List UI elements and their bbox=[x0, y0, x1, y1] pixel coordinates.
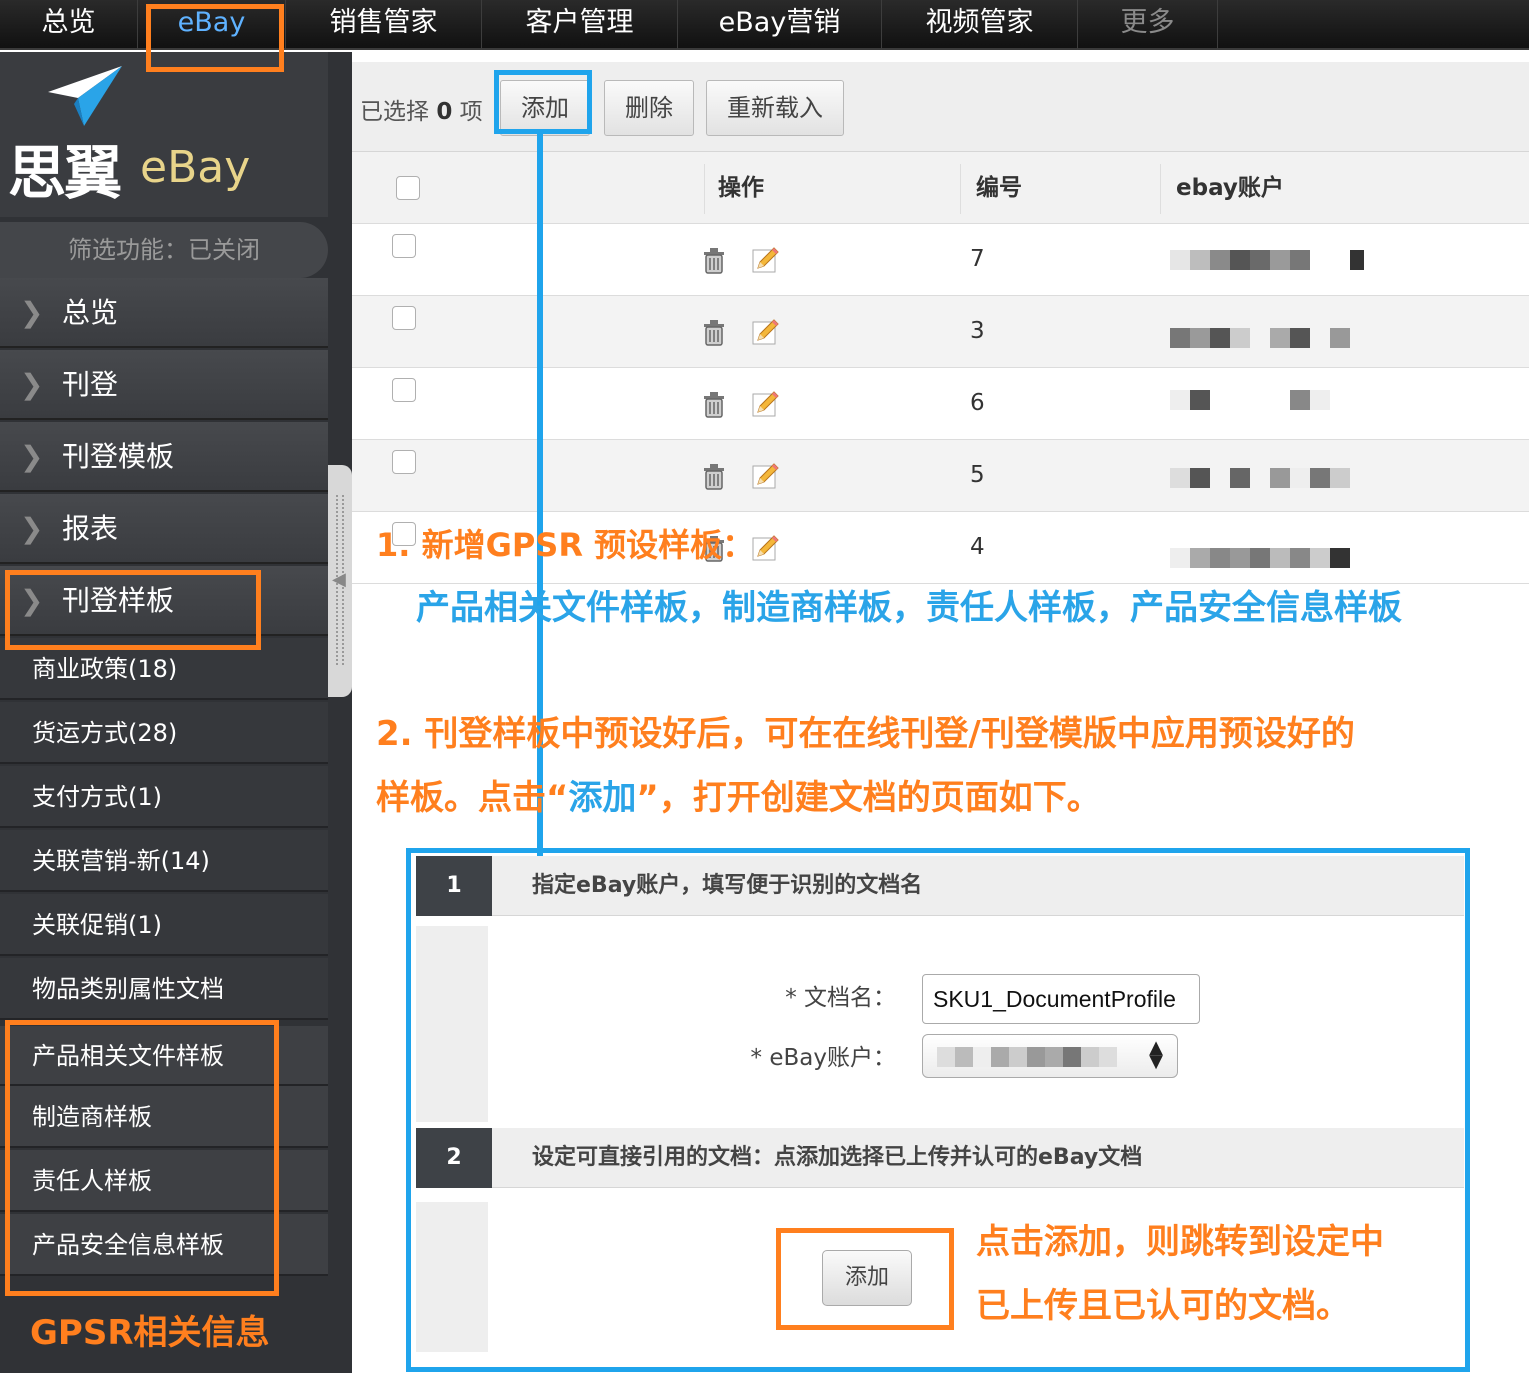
nav-item-video-manager[interactable]: 视频管家 bbox=[882, 0, 1078, 50]
nav-item-customer-management[interactable]: 客户管理 bbox=[482, 0, 678, 50]
redacted-account bbox=[1170, 250, 1364, 270]
column-header-actions: 操作 bbox=[718, 175, 764, 201]
ebay-account-label: * eBay账户： bbox=[750, 1045, 896, 1071]
nav-item-overview[interactable]: 总览 bbox=[0, 0, 138, 50]
trash-icon[interactable] bbox=[698, 460, 730, 492]
highlight-box-gpsr-items bbox=[5, 1020, 279, 1296]
sidebar-item-label: 刊登 bbox=[62, 368, 119, 401]
row-checkbox[interactable] bbox=[392, 306, 416, 330]
form-step-1-gutter bbox=[416, 926, 488, 1122]
step-title: 指定eBay账户，填写便于识别的文档名 bbox=[532, 873, 923, 898]
row-checkbox[interactable] bbox=[392, 378, 416, 402]
column-divider bbox=[1160, 164, 1161, 214]
annotation-add-note-line2: 已上传且已认可的文档。 bbox=[976, 1286, 1350, 1326]
edit-pencil-icon[interactable] bbox=[750, 316, 782, 348]
redacted-account bbox=[1170, 390, 1330, 410]
chevron-left-icon: ◀ bbox=[332, 569, 346, 590]
annotation-step2-line2: 样板。点击“添加”，打开创建文档的页面如下。 bbox=[376, 778, 1101, 818]
sidebar-subitem-cross-promotion[interactable]: 关联促销(1) bbox=[0, 894, 328, 956]
annotation-step1-title: 1. 新增GPSR 预设样板： bbox=[376, 526, 755, 564]
row-id: 4 bbox=[970, 534, 985, 560]
step-number: 2 bbox=[416, 1128, 492, 1188]
sidebar-item-listing-template[interactable]: ❯ 刊登模板 bbox=[0, 422, 328, 492]
form-step-1-header: 1 指定eBay账户，填写便于识别的文档名 bbox=[416, 856, 1464, 916]
redacted-account bbox=[1170, 328, 1350, 348]
column-divider bbox=[960, 164, 961, 214]
nav-item-more[interactable]: 更多 bbox=[1078, 0, 1218, 50]
table-row[interactable]: 7 bbox=[352, 224, 1529, 296]
nav-item-sales-manager[interactable]: 销售管家 bbox=[286, 0, 482, 50]
edit-pencil-icon[interactable] bbox=[750, 460, 782, 492]
logo-chinese-text: 思翼 bbox=[8, 139, 122, 207]
sidebar-item-listing[interactable]: ❯ 刊登 bbox=[0, 350, 328, 420]
sidebar-item-overview[interactable]: ❯ 总览 bbox=[0, 278, 328, 348]
redacted-account bbox=[1170, 548, 1350, 568]
ebay-account-select[interactable]: ▲ ▼ bbox=[922, 1034, 1178, 1078]
row-id: 6 bbox=[970, 390, 985, 416]
table-row[interactable]: 6 bbox=[352, 368, 1529, 440]
row-id: 5 bbox=[970, 462, 985, 488]
row-id: 7 bbox=[970, 246, 985, 272]
step-number: 1 bbox=[416, 856, 492, 916]
chevron-right-icon: ❯ bbox=[20, 296, 44, 329]
sidebar-subitem-item-specifics-doc[interactable]: 物品类别属性文档 bbox=[0, 958, 328, 1020]
redacted-account bbox=[1170, 468, 1350, 488]
chevron-right-icon: ❯ bbox=[20, 440, 44, 473]
annotation-step1-detail: 产品相关文件样板，制造商样板，责任人样板，产品安全信息样板 bbox=[416, 588, 1402, 628]
trash-icon[interactable] bbox=[698, 388, 730, 420]
column-header-id: 编号 bbox=[976, 175, 1022, 201]
annotation-add-note-line1: 点击添加，则跳转到设定中 bbox=[976, 1222, 1384, 1262]
chevron-right-icon: ❯ bbox=[20, 512, 44, 545]
nav-item-ebay-marketing[interactable]: eBay营销 bbox=[678, 0, 882, 50]
row-checkbox[interactable] bbox=[392, 234, 416, 258]
document-name-label: * 文档名： bbox=[785, 985, 896, 1011]
form-step-2-header: 2 设定可直接引用的文档：点添加选择已上传并认可的eBay文档 bbox=[416, 1128, 1464, 1188]
edit-pencil-icon[interactable] bbox=[750, 244, 782, 276]
trash-icon[interactable] bbox=[698, 316, 730, 348]
sidebar-subitem-shipping[interactable]: 货运方式(28) bbox=[0, 702, 328, 764]
paper-plane-icon bbox=[48, 66, 122, 126]
sidebar-item-reports[interactable]: ❯ 报表 bbox=[0, 494, 328, 564]
sidebar-subitem-cross-marketing[interactable]: 关联营销-新(14) bbox=[0, 830, 328, 892]
screenshot-root: 总览 eBay 销售管家 客户管理 eBay营销 视频管家 更多 思翼 eBay… bbox=[0, 0, 1529, 1373]
highlight-box-add-button bbox=[494, 70, 592, 134]
edit-pencil-icon[interactable] bbox=[750, 388, 782, 420]
selection-counter: 已选择 0 项 bbox=[360, 99, 483, 125]
form-step-2-gutter bbox=[416, 1202, 488, 1352]
row-id: 3 bbox=[970, 318, 985, 344]
filter-status-toggle[interactable]: 筛选功能：已关闭 bbox=[0, 222, 328, 278]
reload-button[interactable]: 重新载入 bbox=[706, 80, 844, 136]
delete-button[interactable]: 删除 bbox=[604, 80, 694, 136]
logo-english-text: eBay bbox=[140, 142, 251, 193]
select-arrows-icon: ▲ ▼ bbox=[1149, 1037, 1163, 1072]
column-divider bbox=[704, 164, 705, 214]
gpsr-annotation-caption: GPSR相关信息 bbox=[30, 1313, 270, 1353]
highlight-box-ebay-tab bbox=[146, 4, 284, 72]
select-all-checkbox[interactable] bbox=[396, 176, 420, 200]
app-logo: 思翼 eBay bbox=[0, 52, 328, 217]
annotation-step2-line1: 2. 刊登样板中预设好后，可在在线刊登/刊登模版中应用预设好的 bbox=[376, 714, 1355, 754]
highlight-box-add-document bbox=[776, 1228, 954, 1330]
sidebar-collapse-handle[interactable]: ◀ bbox=[328, 465, 352, 697]
column-header-ebay-account: ebay账户 bbox=[1176, 175, 1284, 201]
chevron-right-icon: ❯ bbox=[20, 368, 44, 401]
row-checkbox[interactable] bbox=[392, 450, 416, 474]
table-row[interactable]: 5 bbox=[352, 440, 1529, 512]
sidebar-item-label: 总览 bbox=[62, 296, 119, 329]
redacted-account bbox=[937, 1047, 1117, 1067]
table-header: 操作 编号 ebay账户 bbox=[352, 152, 1529, 224]
sidebar-subitem-payment[interactable]: 支付方式(1) bbox=[0, 766, 328, 828]
document-name-input[interactable]: SKU1_DocumentProfile bbox=[922, 974, 1200, 1024]
highlight-box-listing-profiles bbox=[5, 570, 261, 650]
step-title: 设定可直接引用的文档：点添加选择已上传并认可的eBay文档 bbox=[532, 1145, 1143, 1170]
sidebar-item-label: 刊登模板 bbox=[62, 440, 175, 473]
sidebar-item-label: 报表 bbox=[62, 512, 119, 545]
trash-icon[interactable] bbox=[698, 244, 730, 276]
edit-pencil-icon[interactable] bbox=[750, 532, 782, 564]
table-row[interactable]: 3 bbox=[352, 296, 1529, 368]
content-frame-edge bbox=[328, 52, 352, 1373]
